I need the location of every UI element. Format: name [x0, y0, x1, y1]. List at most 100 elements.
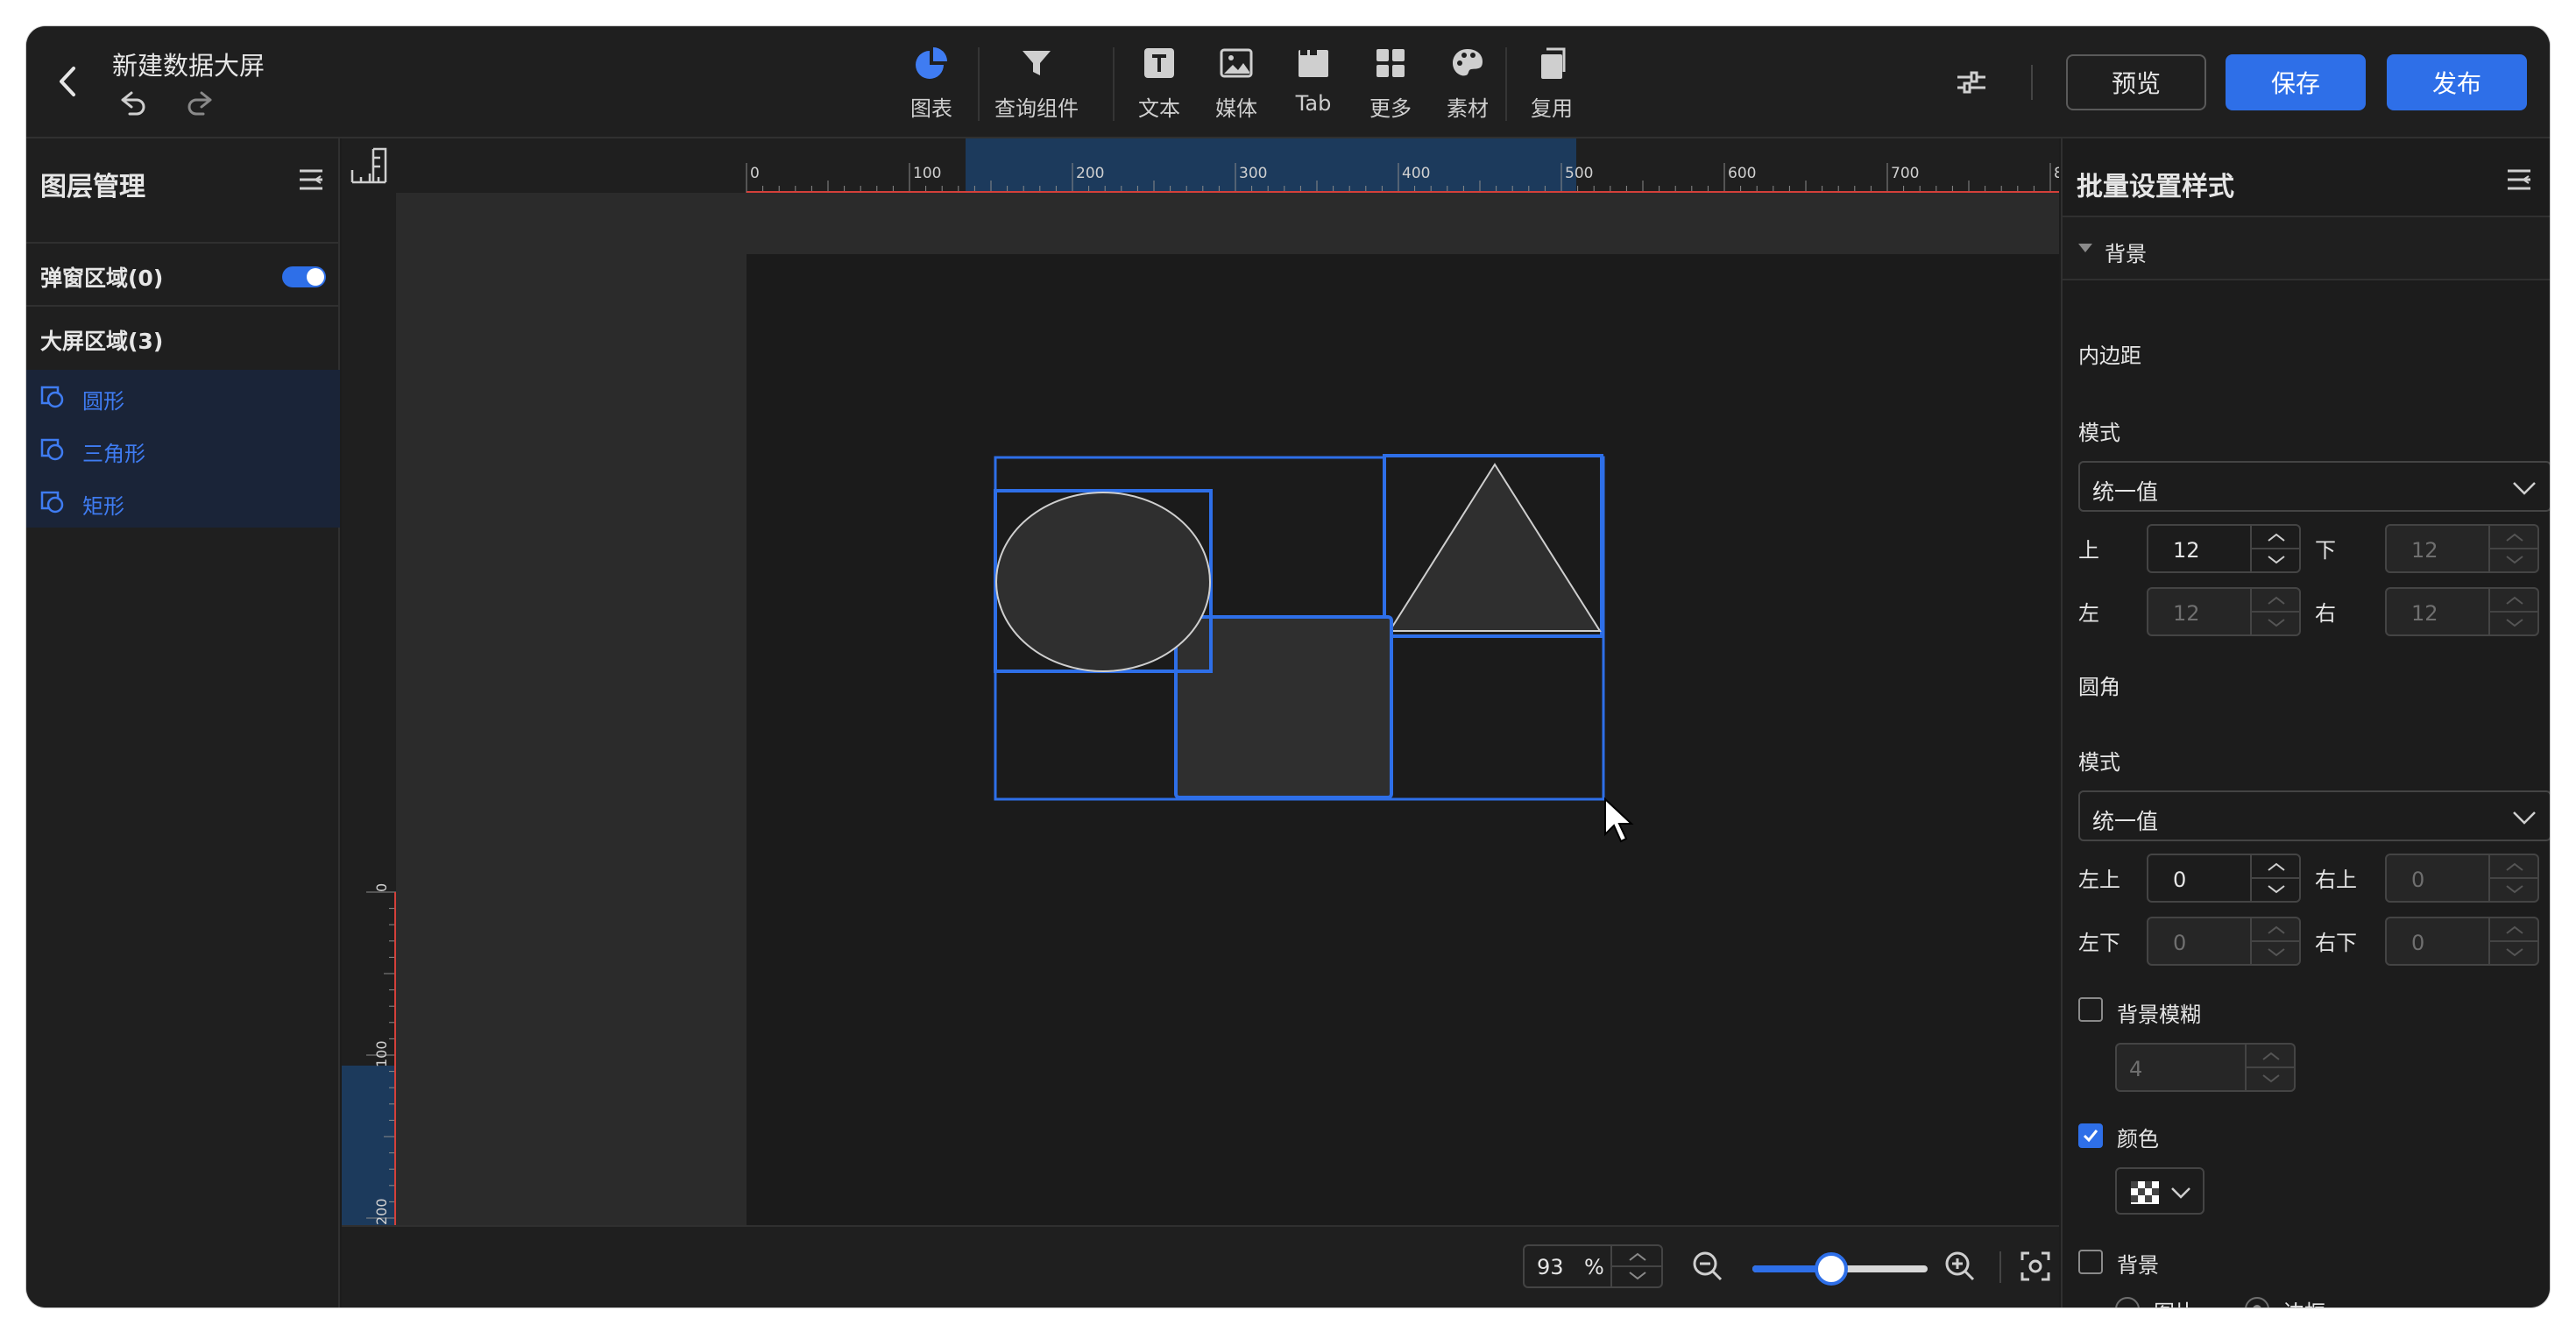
toolbar-text-label: 文本	[1138, 96, 1180, 121]
toolbar-assets[interactable]: 素材	[1428, 46, 1507, 133]
stepper-arrows-icon	[2252, 596, 2301, 627]
zoom-input[interactable]: 93 %	[1523, 1244, 1663, 1288]
stepper	[2488, 918, 2539, 964]
toolbar-more[interactable]: 更多	[1351, 46, 1430, 133]
preview-button[interactable]: 预览	[2066, 54, 2206, 110]
toolbar-query-label: 查询组件	[994, 96, 1079, 121]
redo-icon[interactable]	[184, 88, 216, 119]
selection-overlay	[994, 454, 1605, 801]
toolbar-query[interactable]: 查询组件	[988, 46, 1085, 133]
toolbar-divider	[978, 47, 980, 121]
zoom-bar: 93 %	[342, 1225, 2059, 1307]
toolbar-tab[interactable]: Tab	[1274, 46, 1353, 133]
padding-left-input[interactable]: 12	[2147, 587, 2301, 636]
padding-bottom-input[interactable]: 12	[2385, 524, 2539, 573]
header-divider	[2031, 65, 2033, 100]
screen-area-label: 大屏区域(3)	[40, 329, 164, 354]
stepper-arrows-icon	[2252, 925, 2301, 957]
save-button[interactable]: 保存	[2226, 54, 2366, 110]
menu-icon[interactable]	[2506, 168, 2532, 191]
stepper[interactable]	[2250, 526, 2301, 571]
zoom-in-icon[interactable]	[1943, 1250, 1977, 1283]
layer-item-label: 三角形	[82, 442, 145, 466]
background-blur-checkbox[interactable]	[2078, 997, 2103, 1022]
padding-mode-value: 统一值	[2092, 479, 2159, 505]
popup-area-label: 弹窗区域(0)	[40, 266, 164, 291]
text-icon	[1144, 48, 1174, 78]
padding-left-label: 左	[2078, 601, 2099, 626]
stepper-arrows-icon	[2247, 1052, 2296, 1083]
fit-screen-icon[interactable]	[2019, 1250, 2052, 1283]
radius-tl-label: 左上	[2078, 868, 2120, 892]
radius-tl-input[interactable]: 0	[2147, 854, 2301, 903]
settings-sliders-icon[interactable]	[1954, 65, 1989, 100]
padding-top-input[interactable]: 12	[2147, 524, 2301, 573]
menu-icon[interactable]	[298, 168, 324, 191]
image-radio-label: 图片	[2154, 1295, 2196, 1307]
top-bar: 新建数据大屏 图表 查询组件 文本 媒体 Tab 更多 素材 复用 预览 保存 …	[26, 26, 2550, 138]
radius-br-label: 右下	[2315, 931, 2357, 955]
background-blur-input[interactable]: 4	[2115, 1043, 2296, 1092]
background-checkbox[interactable]	[2078, 1250, 2103, 1274]
radius-mode-label: 模式	[2078, 750, 2120, 775]
color-picker[interactable]	[2115, 1167, 2204, 1215]
back-icon[interactable]	[53, 60, 84, 103]
stepper-arrows-icon	[2252, 533, 2301, 564]
stepper-arrows-icon	[2490, 862, 2539, 894]
padding-bottom-label: 下	[2315, 538, 2336, 563]
toolbar-media[interactable]: 媒体	[1197, 46, 1276, 133]
popup-area-toggle[interactable]	[282, 266, 326, 287]
publish-button[interactable]: 发布	[2387, 54, 2527, 110]
zoom-stepper[interactable]	[1610, 1246, 1663, 1286]
color-checkbox[interactable]	[2078, 1123, 2103, 1148]
tab-icon	[1299, 48, 1328, 77]
padding-left-value: 12	[2173, 601, 2200, 626]
checkmark-icon	[2083, 1130, 2098, 1143]
radius-br-input[interactable]: 0	[2385, 917, 2539, 966]
radius-bl-input[interactable]: 0	[2147, 917, 2301, 966]
background-section-header[interactable]: 背景	[2063, 216, 2550, 280]
image-radio[interactable]	[2115, 1297, 2140, 1307]
toolbar-chart-label: 图表	[910, 96, 952, 121]
toolbar-divider	[1113, 47, 1115, 121]
zoom-value: 93	[1537, 1255, 1564, 1279]
canvas-area[interactable]: 0 100 200 300 400 500 600 700 800 0 100 …	[342, 138, 2059, 1225]
zoom-slider-handle[interactable]	[1815, 1252, 1848, 1286]
padding-label: 内边距	[2078, 344, 2141, 368]
color-label: 颜色	[2117, 1127, 2159, 1151]
stepper[interactable]	[2250, 855, 2301, 901]
grid-icon	[1376, 49, 1405, 77]
padding-right-input[interactable]: 12	[2385, 587, 2539, 636]
border-radio-label: 边框	[2283, 1295, 2325, 1307]
layer-item-triangle[interactable]: 三角形	[26, 422, 340, 475]
layer-panel-title: 图层管理	[40, 172, 145, 202]
chevron-down-icon	[2513, 482, 2536, 495]
divider	[26, 305, 340, 307]
undo-icon[interactable]	[117, 88, 149, 119]
zoom-out-icon[interactable]	[1691, 1250, 1724, 1283]
background-label: 背景	[2117, 1253, 2159, 1278]
toolbar-chart[interactable]: 图表	[892, 46, 971, 133]
radius-br-value: 0	[2411, 931, 2425, 955]
chevron-down-icon	[2171, 1187, 2190, 1199]
layer-item-circle[interactable]: 圆形	[26, 370, 340, 422]
toolbar-text[interactable]: 文本	[1120, 46, 1199, 133]
toolbar-media-label: 媒体	[1215, 96, 1257, 121]
radius-mode-select[interactable]: 统一值	[2078, 790, 2550, 841]
padding-top-value: 12	[2173, 538, 2200, 563]
border-radio[interactable]	[2245, 1297, 2269, 1307]
toolbar-reuse[interactable]: 复用	[1512, 46, 1591, 133]
radius-tr-label: 右上	[2315, 868, 2357, 892]
palette-icon	[1453, 49, 1483, 76]
zoom-unit: %	[1584, 1255, 1604, 1279]
style-panel-title: 批量设置样式	[2077, 172, 2234, 202]
stepper	[2250, 589, 2301, 634]
checkerboard-swatch-icon	[2131, 1181, 2159, 1204]
layer-item-rectangle[interactable]: 矩形	[26, 475, 340, 528]
padding-mode-select[interactable]: 统一值	[2078, 461, 2550, 512]
zoom-slider[interactable]	[1752, 1252, 1928, 1286]
radius-bl-value: 0	[2173, 931, 2187, 955]
radius-tr-input[interactable]: 0	[2385, 854, 2539, 903]
background-blur-value: 4	[2129, 1057, 2143, 1081]
layer-icon	[40, 438, 64, 461]
